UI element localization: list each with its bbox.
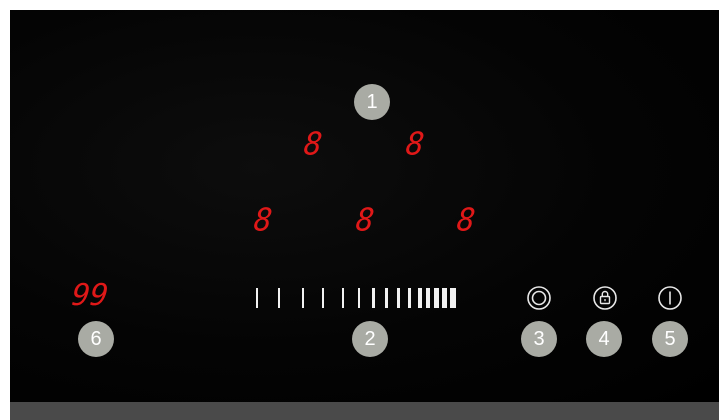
callout-badge-2: 2 (352, 321, 388, 357)
zone-display-rear-right: 8 (404, 126, 428, 163)
slider-tick (358, 288, 360, 308)
slider-tick (450, 288, 456, 308)
slider-tick (434, 288, 439, 308)
concentric-circles-icon[interactable] (526, 285, 552, 311)
cooktop-bottom-edge (10, 402, 719, 420)
slider-tick (442, 288, 447, 308)
callout-badge-5: 5 (652, 321, 688, 357)
zone-display-front-right: 8 (455, 202, 479, 239)
callout-badge-6: 6 (78, 321, 114, 357)
padlock-icon[interactable] (592, 285, 618, 311)
zone-display-front-middle: 8 (354, 202, 378, 239)
callout-badge-1: 1 (354, 84, 390, 120)
slider-tick (342, 288, 344, 308)
slider-tick (278, 288, 280, 308)
slider-tick (397, 288, 400, 308)
slider-tick (418, 288, 422, 308)
slider-tick (408, 288, 411, 308)
callout-badge-3: 3 (521, 321, 557, 357)
slider-tick (302, 288, 304, 308)
callout-badge-4: 4 (586, 321, 622, 357)
slider-tick (372, 288, 375, 308)
slider-tick (385, 288, 388, 308)
zone-display-rear-left: 8 (302, 126, 326, 163)
slider-tick (426, 288, 430, 308)
slider-tick (256, 288, 258, 308)
zone-display-front-left: 8 (252, 202, 276, 239)
timer-display: 99 (70, 278, 111, 313)
power-icon[interactable] (657, 285, 683, 311)
power-level-slider[interactable] (256, 288, 470, 310)
slider-tick (322, 288, 324, 308)
